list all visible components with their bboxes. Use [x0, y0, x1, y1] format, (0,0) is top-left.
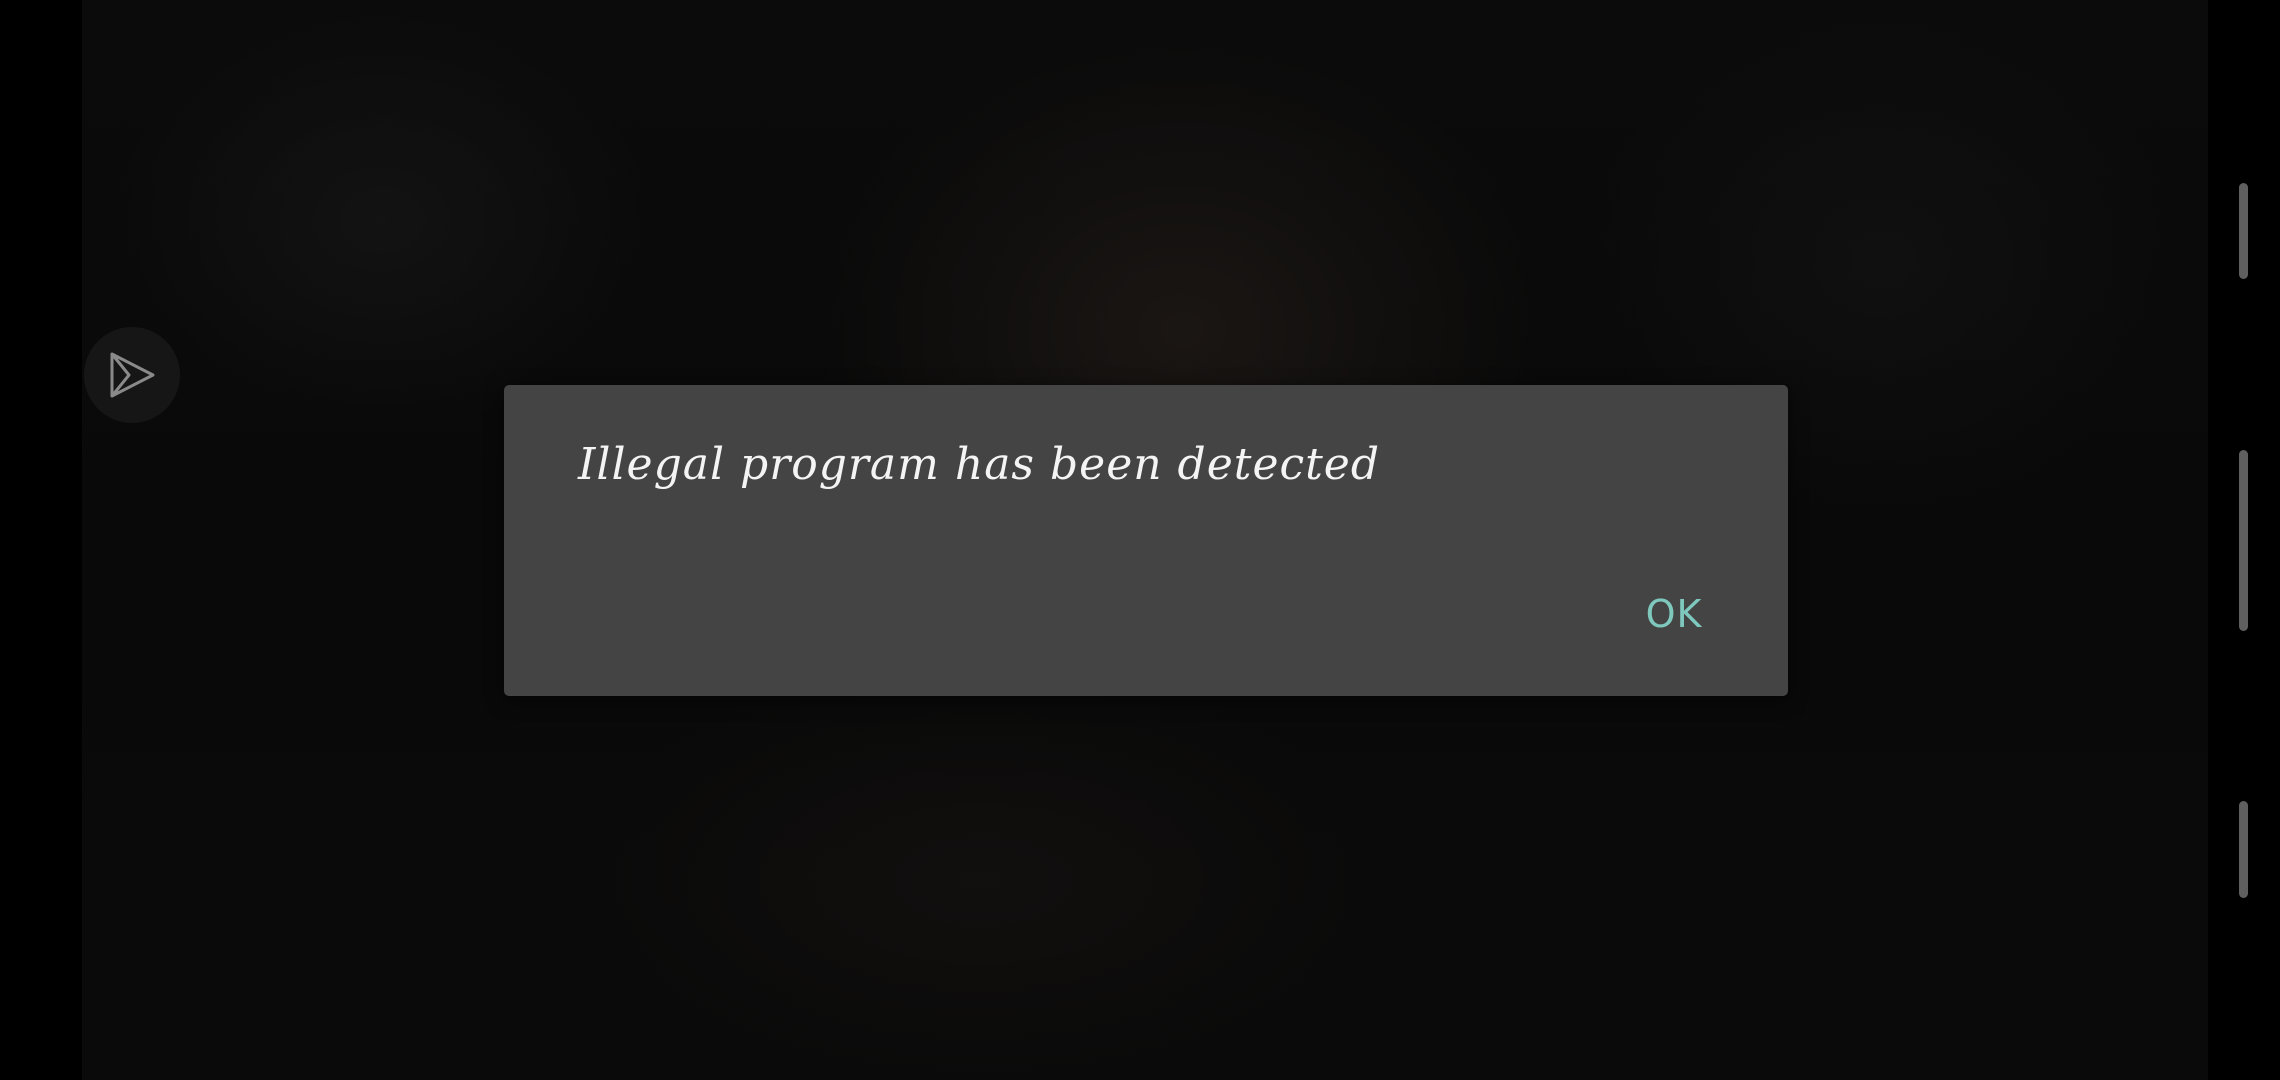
send-arrow-icon	[110, 352, 155, 398]
side-handle-top[interactable]	[2239, 183, 2248, 279]
side-handle-bottom[interactable]	[2239, 801, 2248, 898]
floating-assistive-button[interactable]	[84, 327, 180, 423]
dialog-message: Illegal program has been detected	[578, 439, 1381, 490]
side-handle-middle[interactable]	[2239, 450, 2248, 631]
game-screen: Illegal program has been detected OK	[0, 0, 2280, 1080]
alert-dialog: Illegal program has been detected OK	[504, 385, 1788, 696]
ok-button[interactable]: OK	[1614, 582, 1734, 646]
